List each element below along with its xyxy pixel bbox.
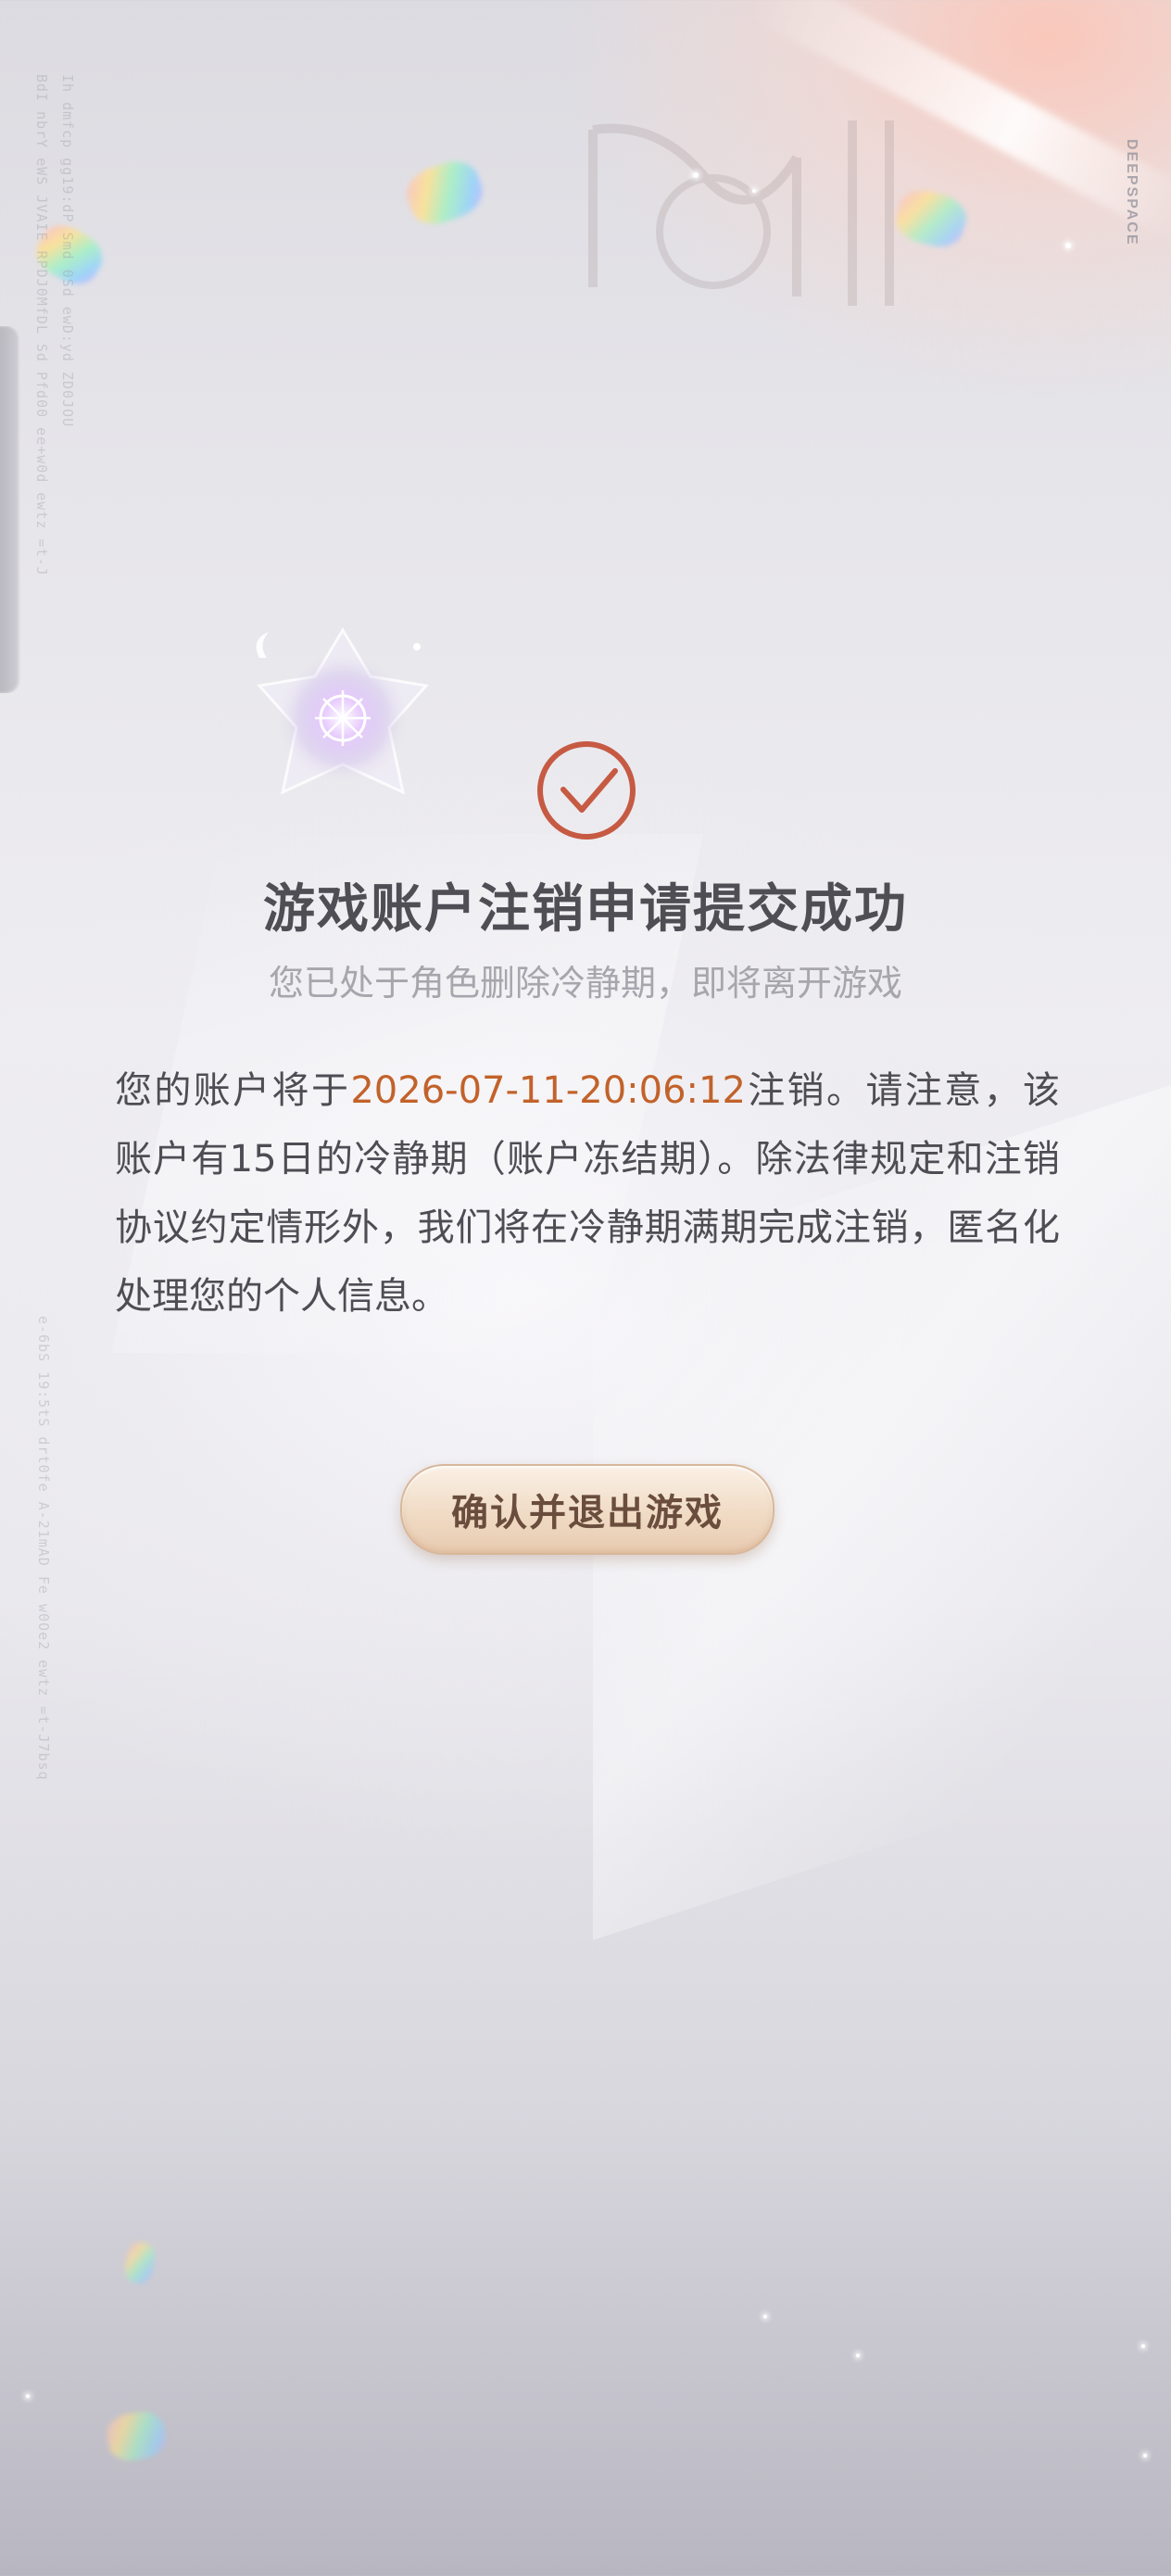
dialog-title: 游戏账户注销申请提交成功 (263, 878, 908, 940)
rainbow-prism-decoration (400, 154, 489, 232)
side-drawer-handle[interactable] (0, 326, 20, 693)
logo-watermark (588, 120, 894, 306)
sparkle-decoration (26, 2394, 30, 2398)
sparkle-decoration (1143, 2454, 1147, 2457)
crystal-wheel-emblem (256, 627, 429, 795)
rainbow-prism-decoration (104, 2407, 169, 2465)
brand-vertical-text: DEEPSPACE (1124, 139, 1140, 246)
sparkle-decoration (763, 2315, 767, 2318)
dialog-subtitle: 您已处于角色删除冷静期，即将离开游戏 (268, 963, 902, 1004)
sparkle-decoration (752, 189, 756, 193)
security-watermark-text: Ih dmfcp gg19:dP Smd 0Sd ewD:yd ZD0JOUPD… (59, 74, 76, 426)
sparkle-decoration (1065, 243, 1071, 248)
rainbow-prism-decoration (122, 2240, 157, 2286)
sparkle-decoration (1141, 2344, 1145, 2348)
deletion-date: 2026-07-11-20:06:12 (350, 1069, 746, 1112)
sparkle-decoration (693, 172, 699, 178)
confirm-exit-button-label: 确认并退出游戏 (451, 1491, 724, 1534)
confirm-exit-button[interactable]: 确认并退出游戏 (400, 1464, 774, 1555)
sparkle-decoration (856, 2354, 860, 2357)
security-watermark-text: BdI nbrY eWS JVAIE RPDJ0MfDL Sd Pfd00 ee… (33, 74, 50, 575)
notice-prefix: 您的账户将于 (115, 1069, 351, 1112)
deletion-notice: 您的账户将于2026-07-11-20:06:12注销。请注意，该账户有15日的… (115, 1056, 1060, 1331)
security-watermark-text: e-6bS 19:5tS drt0fe A-21mAD Fe w0Oe2 ewt… (35, 1316, 52, 1781)
check-circle-icon (537, 741, 636, 840)
